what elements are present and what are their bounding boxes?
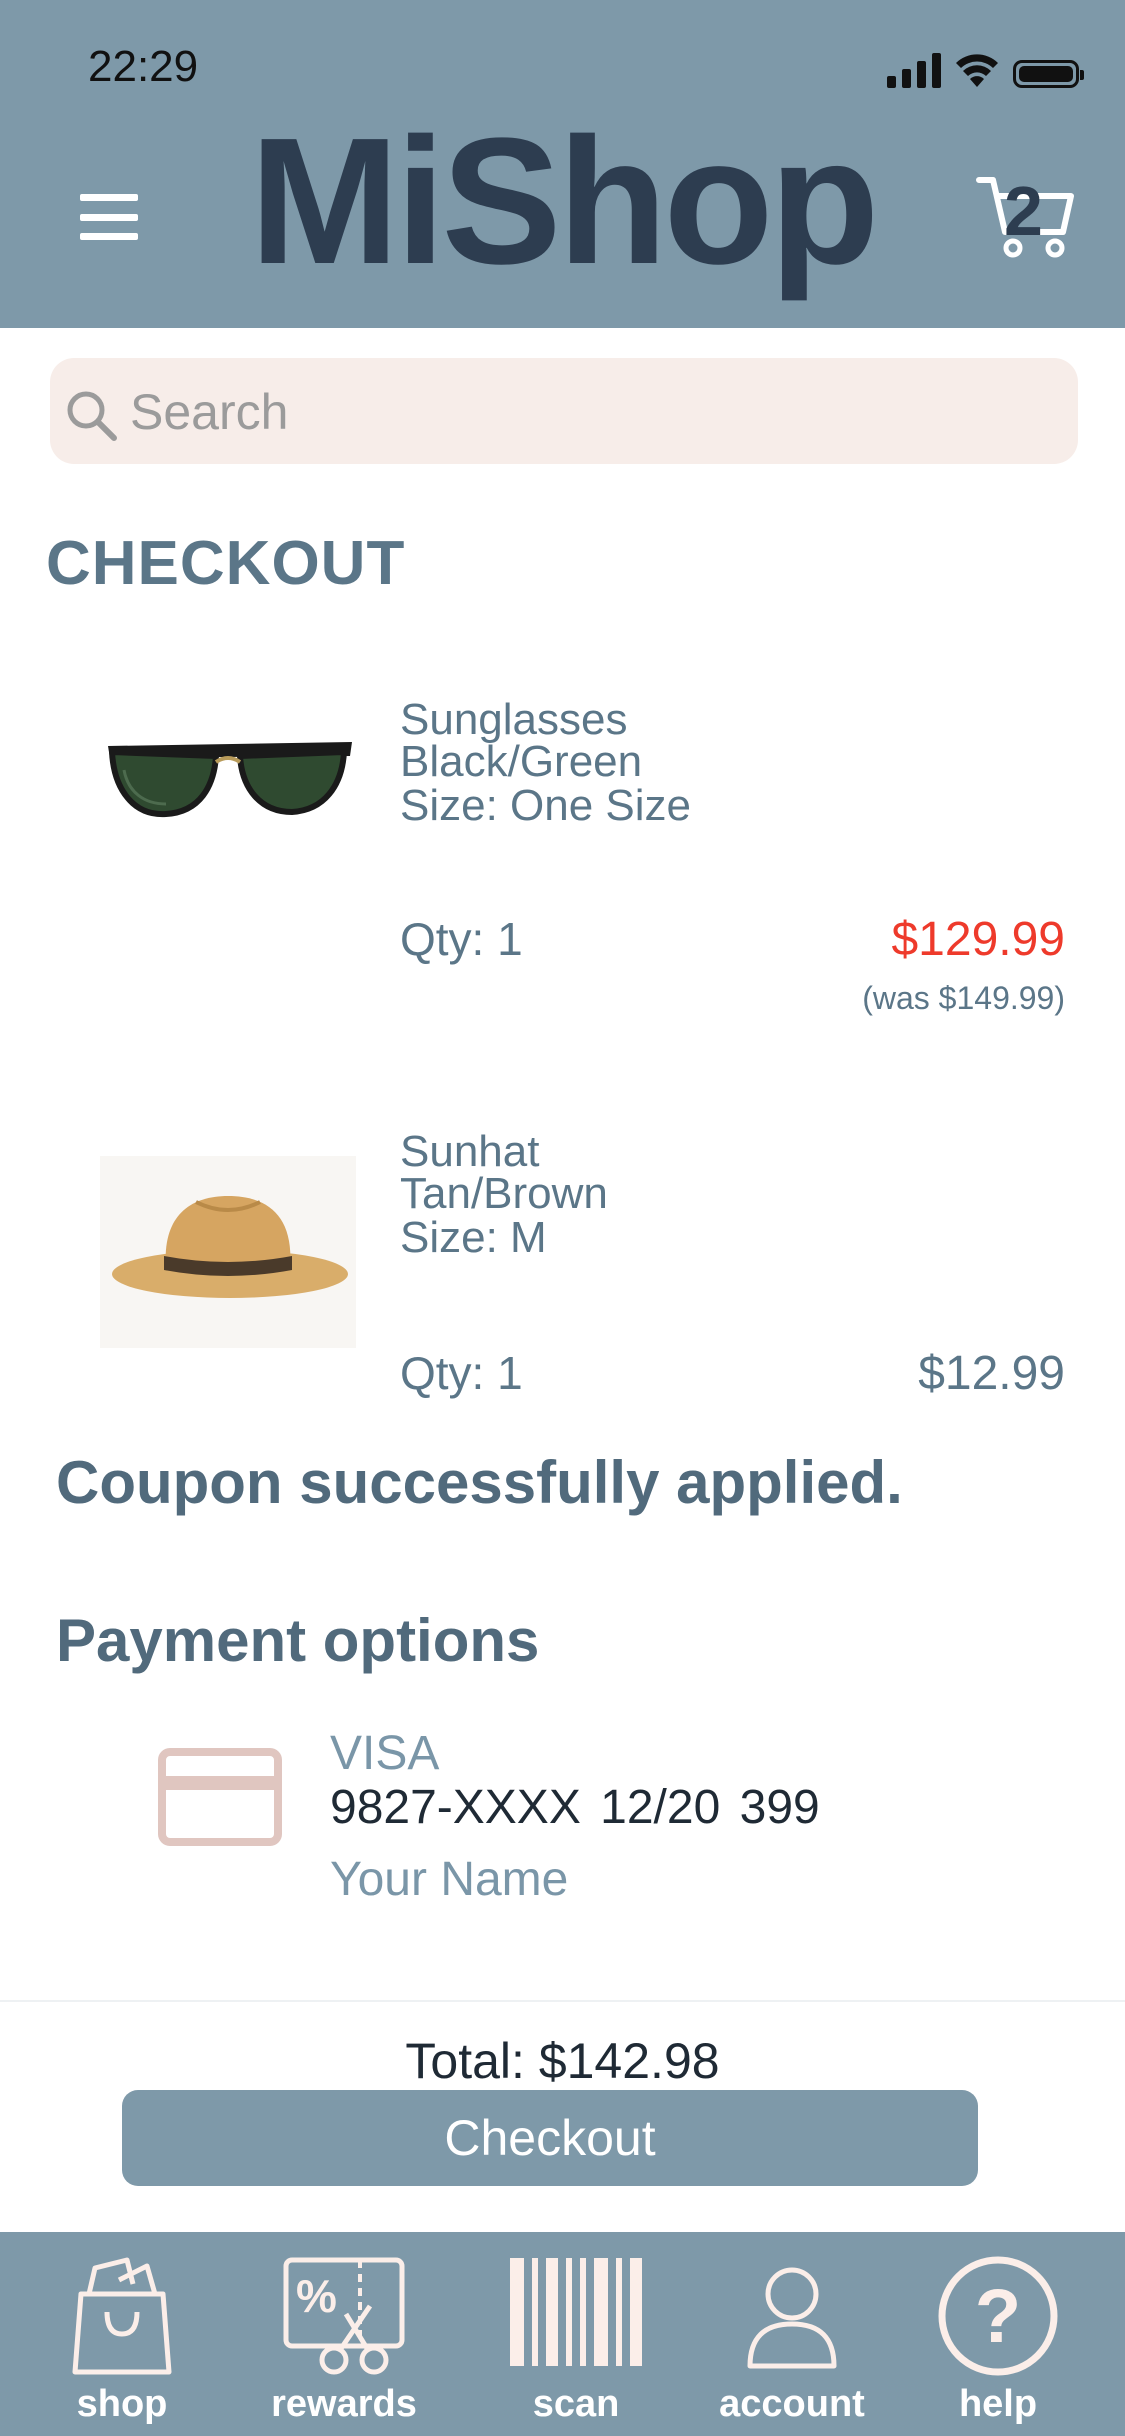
- barcode-icon: [510, 2258, 642, 2366]
- battery-icon: [1013, 60, 1084, 88]
- item-sale-price: $129.99: [891, 913, 1065, 966]
- nav-item-help[interactable]: ? help: [896, 2232, 1100, 2436]
- item-qty[interactable]: Qty: 1: [400, 912, 523, 966]
- divider: [0, 2000, 1125, 2002]
- sunglasses-image: [108, 742, 352, 818]
- sunhat-image: [100, 1156, 356, 1348]
- item-qty[interactable]: Qty: 1: [400, 1346, 523, 1400]
- user-icon: [747, 2267, 837, 2369]
- nav-item-rewards[interactable]: % rewards: [242, 2232, 446, 2436]
- credit-card-icon[interactable]: [158, 1748, 282, 1846]
- item-name: Sunglasses: [400, 695, 628, 744]
- search-icon: [67, 391, 117, 441]
- item-color: Black/Green: [400, 737, 643, 786]
- nav-label: help: [958, 2383, 1038, 2425]
- nav-item-scan[interactable]: scan: [474, 2232, 678, 2436]
- svg-text:%: %: [296, 2270, 337, 2322]
- card-brand: VISA: [330, 1727, 440, 1780]
- status-icons: [887, 50, 1084, 88]
- app-logo: MiShop: [249, 101, 880, 302]
- shopping-bag-icon: [72, 2257, 172, 2375]
- search-input[interactable]: [130, 384, 1030, 440]
- app-header: 22:29 MiShop 2: [0, 0, 1125, 328]
- item-name: Sunhat: [400, 1127, 540, 1176]
- item-size: Size: M: [400, 1213, 547, 1262]
- checkout-button[interactable]: Checkout: [122, 2090, 978, 2186]
- rewards-coupon-icon: %: [283, 2257, 405, 2375]
- nav-item-shop[interactable]: shop: [20, 2232, 224, 2436]
- help-icon: ?: [938, 2256, 1058, 2376]
- cellular-signal-icon: [887, 50, 941, 88]
- coupon-message: Coupon successfully applied.: [56, 1449, 903, 1516]
- order-total: Total: $142.98: [405, 2033, 720, 2089]
- page-title: CHECKOUT: [46, 529, 406, 598]
- item-color: Tan/Brown: [400, 1169, 608, 1218]
- nav-item-account[interactable]: account: [690, 2232, 894, 2436]
- cardholder-name: Your Name: [330, 1853, 569, 1906]
- nav-label: account: [719, 2383, 865, 2425]
- item-original-price: (was $149.99): [862, 980, 1065, 1016]
- card-number: 9827-XXXX 12/20 399: [330, 1781, 820, 1834]
- bottom-nav: shop % rewards scan account ? help: [0, 2232, 1125, 2436]
- nav-label: rewards: [271, 2383, 417, 2425]
- item-price: $12.99: [918, 1347, 1065, 1400]
- item-size: Size: One Size: [400, 781, 692, 830]
- nav-label: shop: [76, 2383, 168, 2425]
- svg-text:?: ?: [975, 2274, 1021, 2359]
- search-bar[interactable]: [50, 358, 1078, 464]
- wifi-icon: [956, 54, 998, 87]
- nav-label: scan: [532, 2383, 620, 2425]
- payment-options-title: Payment options: [56, 1607, 540, 1674]
- cart-count-badge: 2: [1004, 172, 1043, 250]
- status-time: 22:29: [88, 42, 199, 91]
